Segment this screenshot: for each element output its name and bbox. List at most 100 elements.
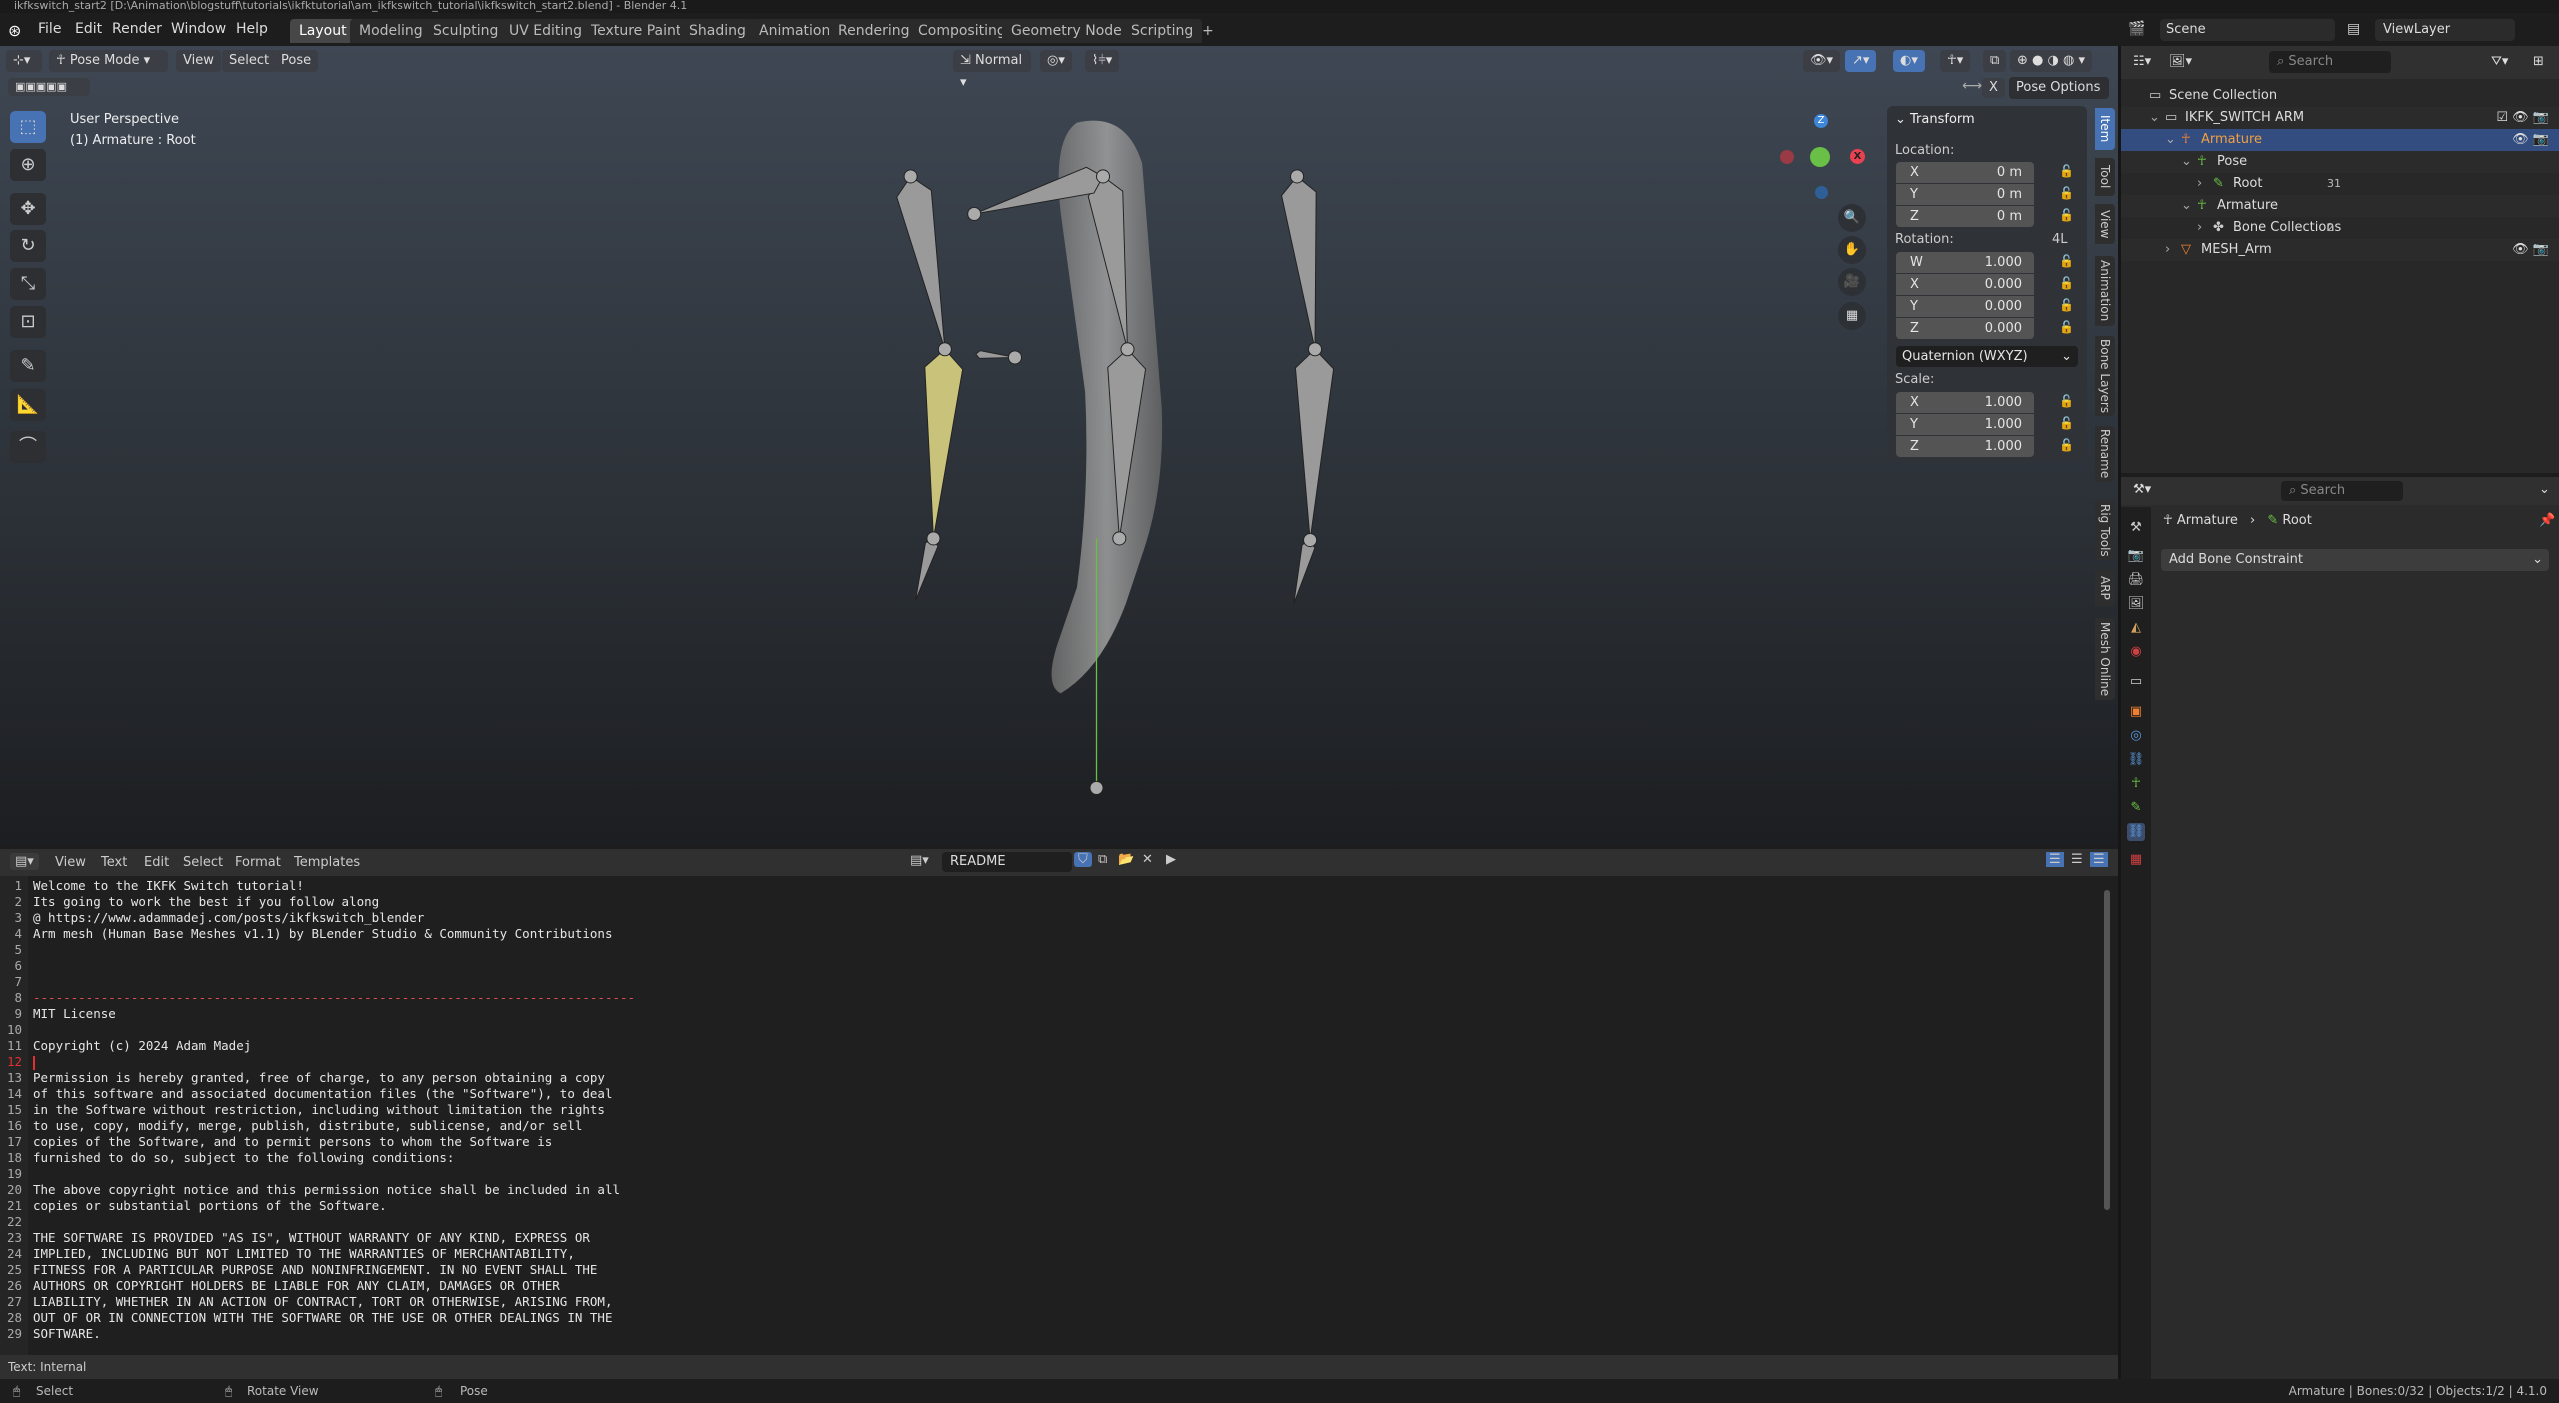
tab-uv-editing[interactable]: UV Editing: [500, 19, 592, 43]
rotation-mode-dropdown[interactable]: Quaternion (WXYZ) ⌄: [1896, 346, 2078, 367]
lock-icon[interactable]: 🔓: [2059, 394, 2074, 408]
gizmo-z-axis[interactable]: Z: [1814, 114, 1828, 128]
pan-hand-icon[interactable]: ✋: [1838, 236, 1866, 264]
bone-joint[interactable]: [903, 169, 918, 184]
text-line[interactable]: 16 to use, copy, modify, merge, publish, …: [0, 1118, 582, 1134]
text-line[interactable]: 29 SOFTWARE.: [0, 1326, 101, 1342]
sidebar-tab-view[interactable]: View: [2095, 204, 2115, 244]
rotate-tool[interactable]: ↻: [10, 230, 46, 262]
menu-render[interactable]: Render: [112, 21, 162, 37]
location-y-field[interactable]: Y 0 m: [1896, 184, 2034, 205]
view-layer-tab-icon[interactable]: 🖼: [2127, 595, 2145, 613]
shading-modes[interactable]: ⊕ ● ◑ ◍ ▾: [2010, 50, 2092, 72]
gizmo-neg-z[interactable]: [1815, 186, 1828, 199]
outliner-row[interactable]: ⌄ ☥ Armature: [2121, 195, 2559, 217]
text-line[interactable]: 24 IMPLIED, INCLUDING BUT NOT LIMITED TO …: [0, 1246, 575, 1262]
chevron-down-icon[interactable]: ⌄: [2165, 129, 2176, 151]
outliner-row[interactable]: ⌄ ▭ IKFK_SWITCH ARM ☑ 👁 📷: [2121, 107, 2559, 129]
chevron-down-icon[interactable]: ⌄: [2149, 107, 2160, 129]
text-line[interactable]: 19: [0, 1166, 33, 1182]
cursor-tool[interactable]: ⊕: [10, 149, 46, 181]
rotation-z-field[interactable]: Z 0.000: [1896, 318, 2034, 339]
gizmo-y-axis[interactable]: [1810, 147, 1830, 167]
menu-file[interactable]: File: [38, 21, 61, 37]
sidebar-tab-rig-tools[interactable]: Rig Tools: [2095, 500, 2115, 560]
pin-icon[interactable]: 📌: [2539, 513, 2555, 528]
menu-select[interactable]: Select: [222, 50, 277, 72]
location-x-field[interactable]: X 0 m: [1896, 162, 2034, 183]
view-layer-selector[interactable]: ViewLayer: [2375, 19, 2515, 41]
lock-icon[interactable]: 🔓: [2059, 254, 2074, 268]
visibility-toggles[interactable]: ☑ 👁 📷: [2496, 107, 2549, 129]
add-workspace-button[interactable]: +: [1193, 19, 1223, 43]
move-tool[interactable]: ✥: [10, 193, 46, 225]
editor-type-button[interactable]: ☷▾: [2133, 54, 2151, 69]
menu-templates[interactable]: Templates: [294, 855, 360, 870]
text-line[interactable]: 10: [0, 1022, 33, 1038]
sidebar-tab-animation[interactable]: Animation: [2095, 256, 2115, 326]
menu-window[interactable]: Window: [171, 21, 226, 37]
transform-panel-header[interactable]: ⌄ Transform: [1895, 112, 1975, 127]
lock-icon[interactable]: 🔓: [2059, 186, 2074, 200]
bone-constraints-tab-icon[interactable]: ⛓: [2127, 823, 2145, 841]
scale-z-field[interactable]: Z 1.000: [1896, 436, 2034, 457]
fake-user-shield-icon[interactable]: ⛉: [1074, 852, 1092, 867]
scene-tab-icon[interactable]: ◭: [2127, 619, 2145, 637]
outliner-row[interactable]: › ✤ Bone Collections 2: [2121, 217, 2559, 239]
new-text-icon[interactable]: ⧉: [1098, 852, 1107, 867]
tab-compositing[interactable]: Compositing: [909, 19, 1015, 43]
mirror-icon[interactable]: ⟷: [1962, 78, 1982, 94]
scene-selector[interactable]: Scene: [2160, 19, 2335, 41]
bone[interactable]: [924, 348, 964, 539]
xray-toggle[interactable]: ⧉: [1983, 50, 2007, 72]
text-line[interactable]: 28 OUT OF OR IN CONNECTION WITH THE SOFTW…: [0, 1310, 613, 1326]
visibility-toggles[interactable]: 👁 📷: [2512, 129, 2549, 151]
sidebar-tab-bone-layers[interactable]: Bone Layers: [2095, 336, 2115, 416]
bone-joint[interactable]: [1120, 342, 1135, 357]
editor-type-button[interactable]: ⚒▾: [2133, 482, 2151, 497]
bone-overlay-button[interactable]: ☥▾: [1940, 50, 1971, 72]
text-line[interactable]: 7: [0, 974, 33, 990]
menu-edit[interactable]: Edit: [75, 21, 102, 37]
bone-tab-icon[interactable]: ✎: [2127, 799, 2145, 817]
text-line[interactable]: 20 The above copyright notice and this pe…: [0, 1182, 620, 1198]
text-line[interactable]: 12: [0, 1054, 35, 1070]
3d-viewport[interactable]: ⊹▾ ☥ Pose Mode ▾ View Select Pose ⇲ Norm…: [0, 46, 2118, 845]
tab-scripting[interactable]: Scripting: [1122, 19, 1203, 43]
lock-icon[interactable]: 🔓: [2059, 298, 2074, 312]
location-z-field[interactable]: Z 0 m: [1896, 206, 2034, 227]
menu-text[interactable]: Text: [101, 855, 127, 870]
object-tab-icon[interactable]: ▣: [2127, 703, 2145, 721]
text-line[interactable]: 14 of this software and associated docume…: [0, 1086, 613, 1102]
sidebar-tab-tool[interactable]: Tool: [2095, 158, 2115, 196]
lock-icon[interactable]: 🔓: [2059, 208, 2074, 222]
chevron-down-icon[interactable]: ⌄: [2181, 151, 2192, 173]
text-line[interactable]: 17 copies of the Software, and to permit …: [0, 1134, 552, 1150]
lock-icon[interactable]: 🔓: [2059, 416, 2074, 430]
text-line[interactable]: 23 THE SOFTWARE IS PROVIDED "AS IS", WITH…: [0, 1230, 590, 1246]
text-line[interactable]: 2 Its going to work the best if you follo…: [0, 894, 379, 910]
relax-pose-tool[interactable]: ⌒: [10, 431, 46, 463]
menu-select[interactable]: Select: [183, 855, 223, 870]
bone-joint[interactable]: [967, 206, 982, 221]
chevron-down-icon[interactable]: ⌄: [2181, 195, 2192, 217]
sidebar-tab-arp[interactable]: ARP: [2095, 570, 2115, 606]
close-icon[interactable]: ✕: [1142, 852, 1153, 867]
menu-pose[interactable]: Pose: [274, 50, 319, 72]
bone-joint[interactable]: [1096, 169, 1111, 184]
texture-tab-icon[interactable]: ▦: [2127, 851, 2145, 869]
sidebar-tab-rename[interactable]: Rename: [2095, 426, 2115, 482]
snap-button[interactable]: ⌇⫩▾: [1085, 50, 1120, 72]
sidebar-tab-mesh-online[interactable]: Mesh Online: [2095, 618, 2115, 700]
chevron-right-icon[interactable]: ›: [2197, 173, 2202, 195]
tab-shading[interactable]: Shading: [680, 19, 755, 43]
open-folder-icon[interactable]: 📂: [1118, 852, 1134, 867]
text-line[interactable]: 11 Copyright (c) 2024 Adam Madej: [0, 1038, 251, 1054]
text-line[interactable]: 6: [0, 958, 33, 974]
object-constraints-tab-icon[interactable]: ⛓: [2127, 751, 2145, 769]
bone[interactable]: [896, 175, 946, 350]
text-line[interactable]: 5: [0, 942, 33, 958]
gizmo-toggle[interactable]: ↗▾: [1845, 50, 1877, 72]
add-bone-constraint-dropdown[interactable]: Add Bone Constraint ⌄: [2161, 549, 2549, 571]
tab-rendering[interactable]: Rendering: [829, 19, 919, 43]
